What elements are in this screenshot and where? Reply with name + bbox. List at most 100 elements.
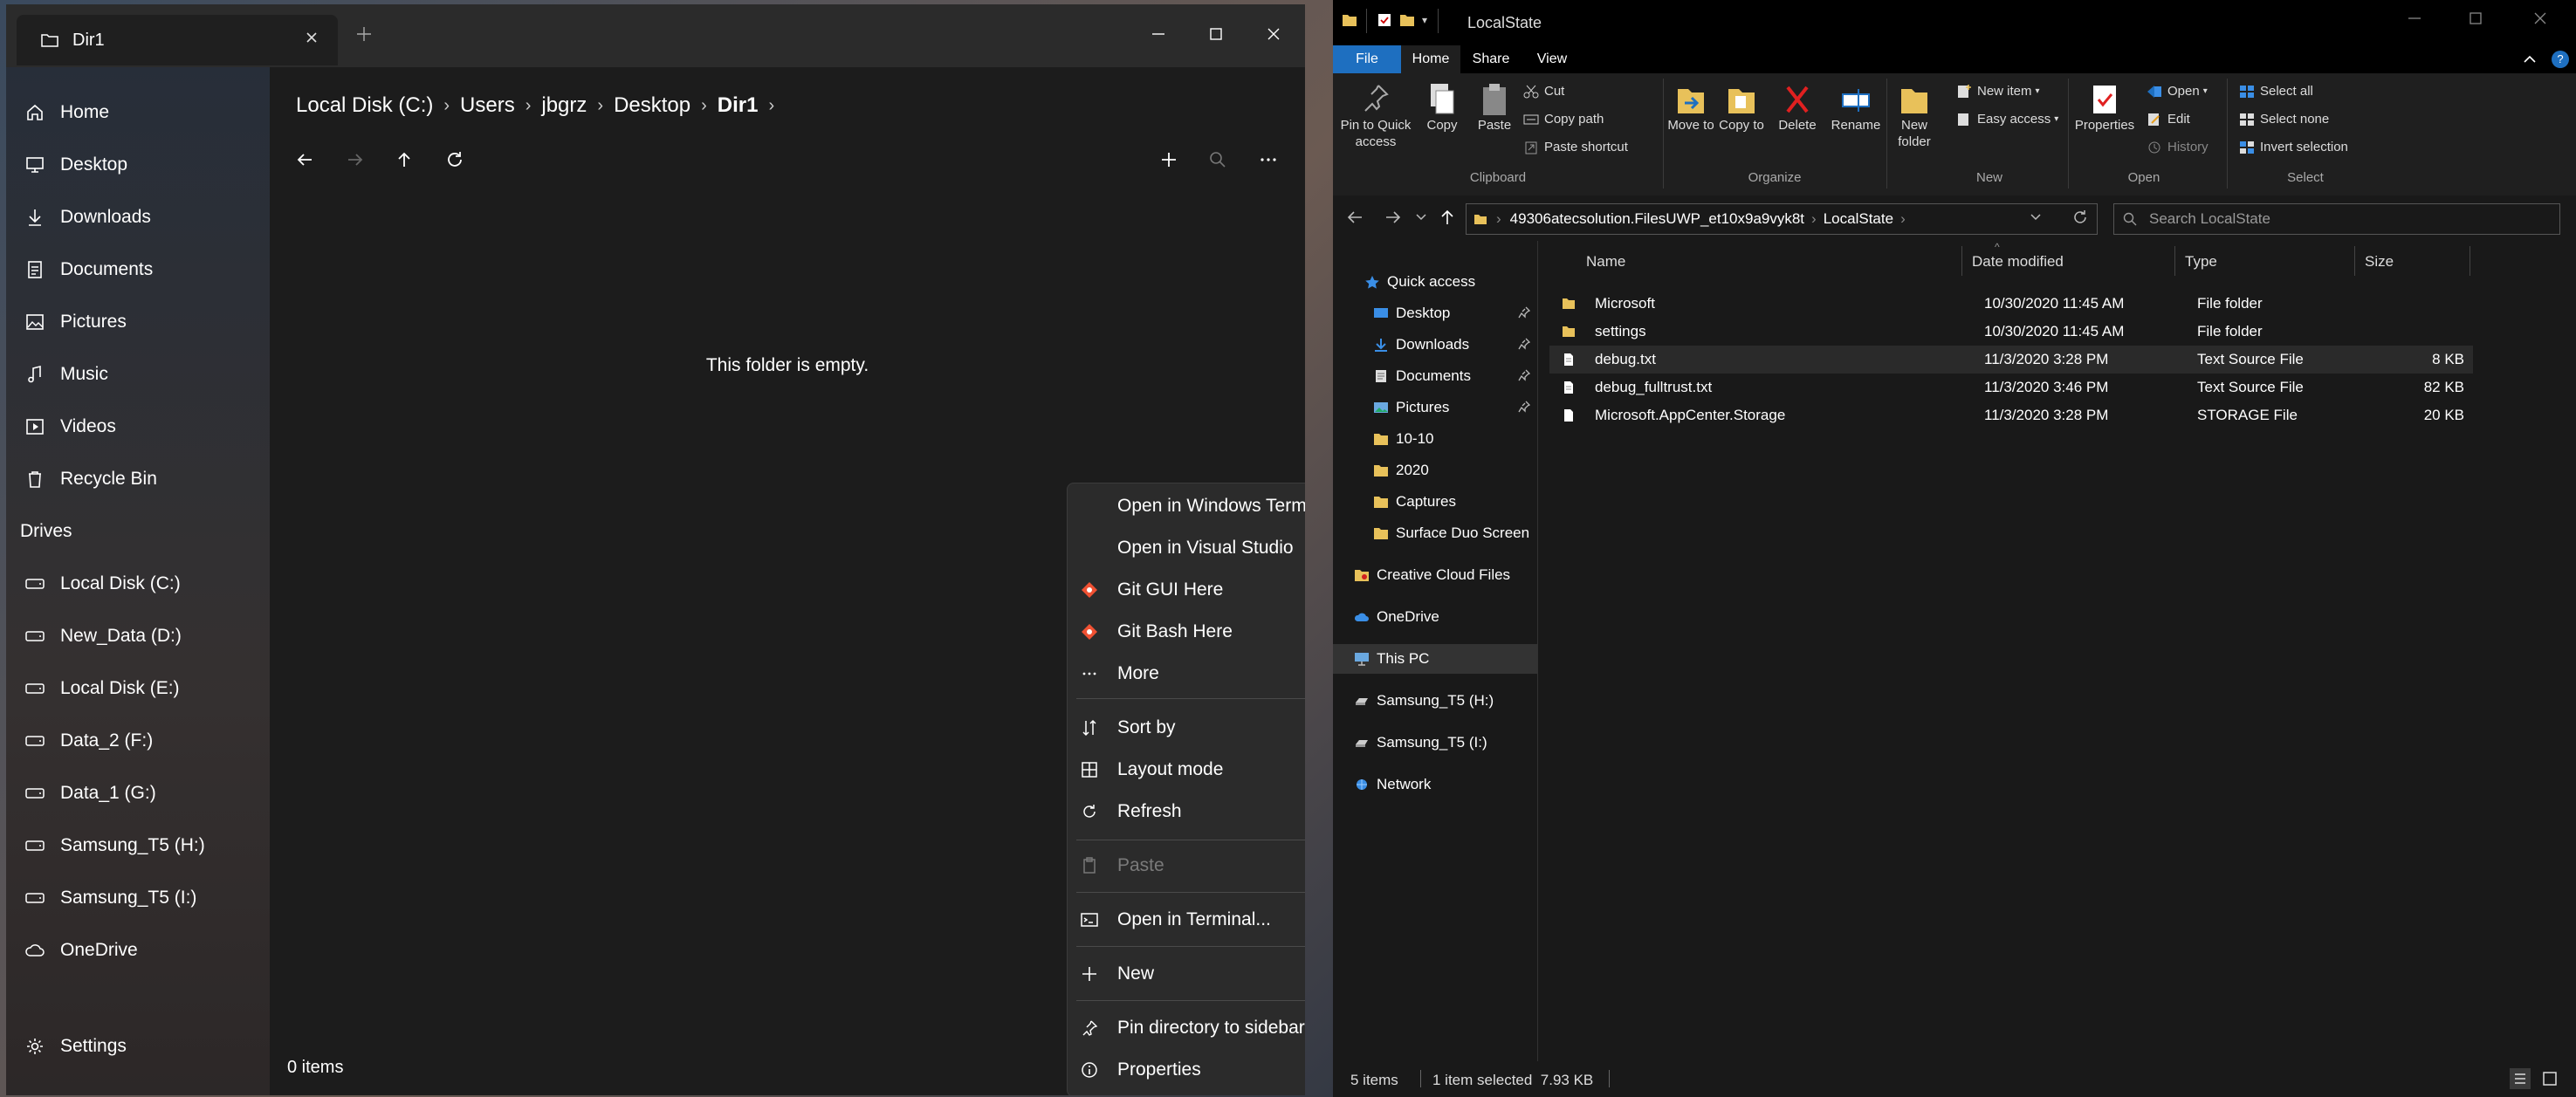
delete-button[interactable]: Delete xyxy=(1775,82,1820,134)
tab-home[interactable]: Home xyxy=(1401,45,1460,73)
nav-quick-access[interactable]: Quick access xyxy=(1333,267,1537,297)
cut-button[interactable]: Cut xyxy=(1523,84,1564,99)
sidebar-item-videos[interactable]: Videos xyxy=(6,408,270,446)
menu-item-git-gui[interactable]: Git GUI Here xyxy=(1068,571,1305,609)
properties-quick-icon[interactable] xyxy=(1377,12,1392,28)
table-row[interactable]: settings 10/30/2020 11:45 AM File folder xyxy=(1549,318,2473,346)
help-icon[interactable]: ? xyxy=(2552,51,2569,68)
sidebar-item-pictures[interactable]: Pictures xyxy=(6,303,270,341)
tab-share[interactable]: Share xyxy=(1460,45,1522,73)
table-row[interactable]: debug_fulltrust.txt 11/3/2020 3:46 PM Te… xyxy=(1549,374,2473,401)
column-divider[interactable] xyxy=(1961,246,1962,276)
nav-samsung-h[interactable]: Samsung_T5 (H:) xyxy=(1333,686,1537,716)
large-icons-view-button[interactable] xyxy=(2539,1068,2560,1089)
menu-item-git-bash[interactable]: Git Bash Here xyxy=(1068,613,1305,651)
column-divider[interactable] xyxy=(2174,246,2175,276)
menu-item-refresh[interactable]: Refresh xyxy=(1068,792,1305,831)
nav-folder-surface-duo[interactable]: Surface Duo Screen xyxy=(1333,518,1537,548)
forward-button[interactable] xyxy=(1384,208,1403,227)
sidebar-drive-c[interactable]: Local Disk (C:) xyxy=(6,565,270,603)
table-row[interactable]: Microsoft.AppCenter.Storage 11/3/2020 3:… xyxy=(1549,401,2473,429)
more-options-button[interactable] xyxy=(1253,144,1284,175)
close-button[interactable] xyxy=(2532,10,2548,26)
settings-button[interactable]: Settings xyxy=(6,1027,270,1066)
nav-creative-cloud[interactable]: Creative Cloud Files xyxy=(1333,560,1537,590)
sidebar-drive-e[interactable]: Local Disk (E:) xyxy=(6,669,270,708)
sidebar-item-home[interactable]: Home xyxy=(6,93,270,132)
new-folder-quick-icon[interactable] xyxy=(1399,12,1415,28)
menu-item-paste[interactable]: Paste xyxy=(1068,847,1305,885)
invert-selection-button[interactable]: Invert selection xyxy=(2239,140,2348,154)
minimize-button[interactable] xyxy=(2407,10,2422,26)
drives-header[interactable]: Drives xyxy=(20,521,72,542)
search-input[interactable]: Search LocalState xyxy=(2113,203,2560,235)
sidebar-onedrive[interactable]: OneDrive xyxy=(6,931,270,970)
address-segment[interactable]: LocalState xyxy=(1824,210,1893,228)
chevron-right-icon[interactable]: › xyxy=(768,96,774,116)
easy-access-button[interactable]: Easy access ▾ xyxy=(1956,112,2058,127)
tab-view[interactable]: View xyxy=(1522,45,1583,73)
back-button[interactable] xyxy=(289,144,320,175)
nav-onedrive[interactable]: OneDrive xyxy=(1333,602,1537,632)
menu-item-open-windows-terminal[interactable]: Open in Windows Terminal xyxy=(1068,487,1305,525)
sidebar-item-downloads[interactable]: Downloads xyxy=(6,198,270,237)
menu-item-layout-mode[interactable]: Layout mode xyxy=(1068,751,1305,789)
add-button[interactable] xyxy=(1153,144,1185,175)
open-button[interactable]: Open ▾ xyxy=(2147,84,2208,99)
nav-this-pc[interactable]: This PC xyxy=(1333,644,1537,674)
nav-network[interactable]: Network xyxy=(1333,770,1537,799)
back-button[interactable] xyxy=(1345,208,1364,227)
properties-button[interactable]: Properties xyxy=(2071,82,2138,134)
menu-item-new[interactable]: New xyxy=(1068,955,1305,993)
history-button[interactable]: History xyxy=(2147,140,2208,154)
nav-folder-2020[interactable]: 2020 xyxy=(1333,456,1537,485)
nav-samsung-i[interactable]: Samsung_T5 (I:) xyxy=(1333,728,1537,758)
customize-toolbar-icon[interactable]: ▾ xyxy=(1422,14,1427,26)
address-bar[interactable]: › 49306atecsolution.FilesUWP_et10x9a9vyk… xyxy=(1466,203,2098,235)
sidebar-item-desktop[interactable]: Desktop xyxy=(6,146,270,184)
sidebar-drive-g[interactable]: Data_1 (G:) xyxy=(6,774,270,812)
tab-dir1[interactable]: Dir1 xyxy=(17,15,338,65)
sidebar-drive-i[interactable]: Samsung_T5 (I:) xyxy=(6,879,270,917)
new-folder-button[interactable]: New folder xyxy=(1892,82,1937,150)
nav-folder-captures[interactable]: Captures xyxy=(1333,487,1537,517)
column-header-date[interactable]: Date modified xyxy=(1972,253,2064,271)
sidebar-item-documents[interactable]: Documents xyxy=(6,250,270,289)
collapse-ribbon-icon[interactable] xyxy=(2522,51,2538,67)
select-none-button[interactable]: Select none xyxy=(2239,112,2329,127)
table-row[interactable]: Microsoft 10/30/2020 11:45 AM File folde… xyxy=(1549,290,2473,318)
table-row-selected[interactable]: debug.txt 11/3/2020 3:28 PM Text Source … xyxy=(1549,346,2473,374)
sidebar-drive-f[interactable]: Data_2 (F:) xyxy=(6,722,270,760)
sidebar-drive-h[interactable]: Samsung_T5 (H:) xyxy=(6,826,270,865)
paste-shortcut-button[interactable]: Paste shortcut xyxy=(1523,140,1628,154)
column-header-name[interactable]: Name xyxy=(1586,253,1625,271)
menu-item-pin-to-sidebar[interactable]: Pin directory to sidebar xyxy=(1068,1009,1305,1047)
new-item-button[interactable]: New item ▾ xyxy=(1956,84,2040,99)
nav-documents[interactable]: Documents xyxy=(1333,361,1537,391)
nav-downloads[interactable]: Downloads xyxy=(1333,330,1537,360)
close-tab-icon[interactable] xyxy=(305,31,319,45)
tab-file[interactable]: File xyxy=(1333,45,1401,73)
refresh-icon[interactable] xyxy=(2072,209,2088,225)
address-segment[interactable]: 49306atecsolution.FilesUWP_et10x9a9vyk8t xyxy=(1510,210,1804,228)
menu-item-properties[interactable]: Properties xyxy=(1068,1051,1305,1089)
nav-pictures[interactable]: Pictures xyxy=(1333,393,1537,422)
copy-to-button[interactable]: Copy to xyxy=(1717,82,1766,134)
column-divider[interactable] xyxy=(2354,246,2355,276)
recent-locations-icon[interactable] xyxy=(1415,211,1427,223)
sidebar-item-recycle-bin[interactable]: Recycle Bin xyxy=(6,460,270,498)
move-to-button[interactable]: Move to xyxy=(1666,82,1715,134)
nav-desktop[interactable]: Desktop xyxy=(1333,298,1537,328)
minimize-button[interactable] xyxy=(1132,17,1185,51)
nav-folder-10-10[interactable]: 10-10 xyxy=(1333,424,1537,454)
menu-item-open-visual-studio[interactable]: Open in Visual Studio xyxy=(1068,529,1305,567)
search-button[interactable] xyxy=(1202,144,1233,175)
maximize-button[interactable] xyxy=(1190,17,1242,51)
copy-button[interactable]: Copy xyxy=(1420,82,1464,134)
breadcrumb-current[interactable]: Dir1 xyxy=(718,93,759,118)
breadcrumb-item[interactable]: Desktop xyxy=(614,93,690,118)
close-button[interactable] xyxy=(1247,17,1300,51)
rename-button[interactable]: Rename xyxy=(1829,82,1883,134)
up-button[interactable] xyxy=(1438,208,1457,227)
pin-quick-access-button[interactable]: Pin to Quick access xyxy=(1340,82,1412,150)
